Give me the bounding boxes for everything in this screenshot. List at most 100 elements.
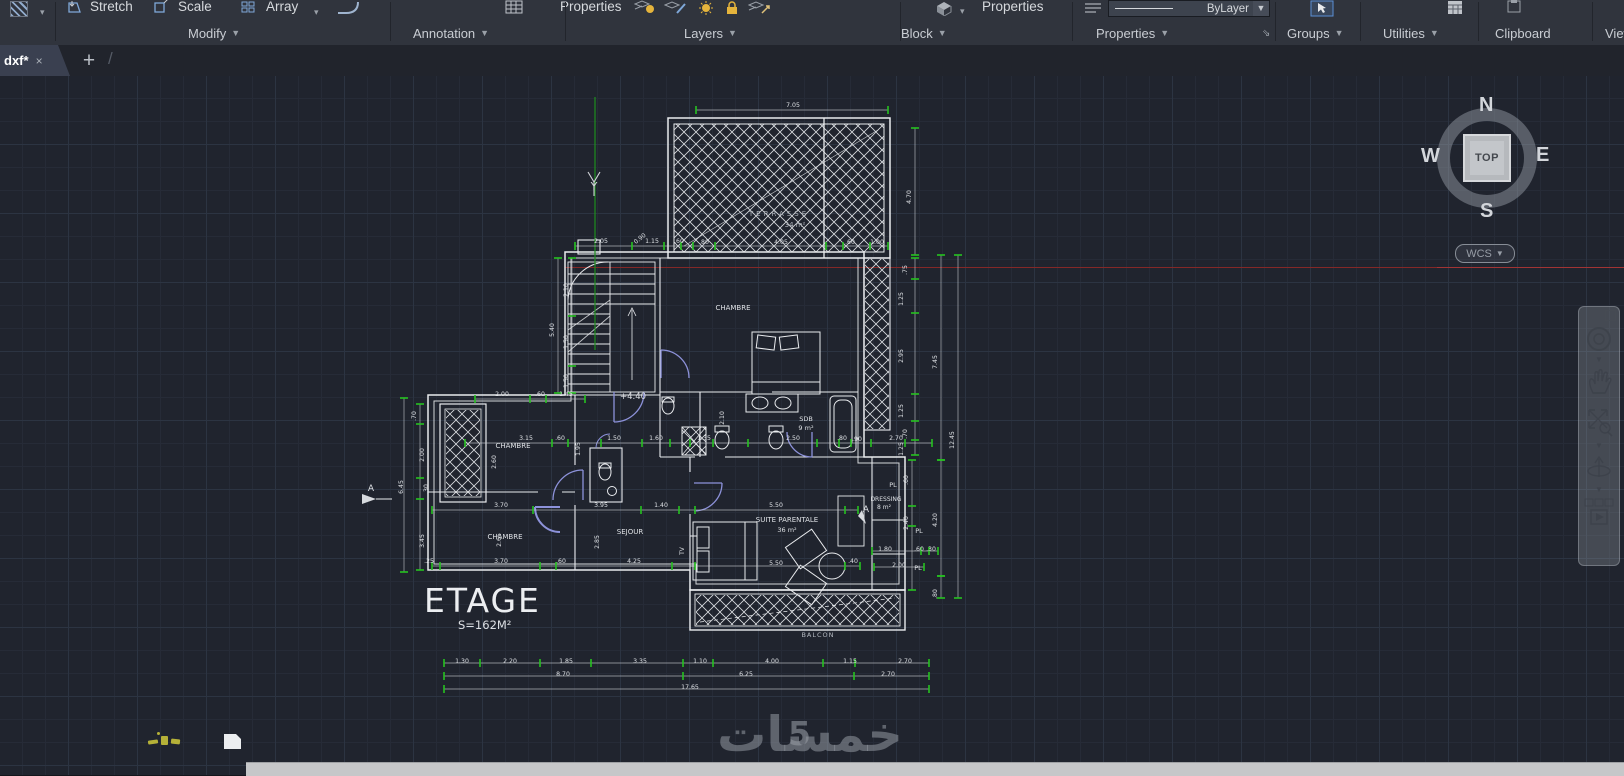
orbit-dropdown-arrow[interactable]: ▼ <box>1579 485 1619 494</box>
viewcube-top-face[interactable]: TOP <box>1463 134 1511 182</box>
room-label: A <box>863 505 870 515</box>
panel-clipboard[interactable]: Clipboard <box>1495 24 1551 42</box>
wheel-dropdown-arrow[interactable]: ▼ <box>1579 355 1619 364</box>
dim-text: .60 <box>903 475 910 485</box>
dim-text: 2.60 <box>491 455 498 469</box>
hatch-flyout-arrow[interactable]: ▾ <box>40 5 45 21</box>
wcs-menu[interactable]: WCS ▼ <box>1455 244 1515 263</box>
room-label: 36 m² <box>777 526 797 534</box>
panel-view[interactable]: View <box>1605 24 1624 42</box>
dim-text: 3.95 <box>594 502 608 509</box>
dim-text: 2.05 <box>594 238 608 245</box>
dim-text: 1.85 <box>559 658 573 665</box>
paste-icon[interactable] <box>1506 0 1522 13</box>
properties-expand-arrow[interactable]: ⇘ <box>1262 28 1270 39</box>
ucs-y-axis <box>587 97 601 350</box>
stretch-icon[interactable] <box>66 0 84 15</box>
zoom-extents-icon[interactable] <box>1579 405 1619 442</box>
dim-text: 1.40 <box>654 502 668 509</box>
room-label: BALCON <box>801 631 834 639</box>
insert-block-icon[interactable] <box>933 0 955 16</box>
panel-properties[interactable]: Properties ▼ <box>1096 24 1169 42</box>
scale-icon[interactable] <box>152 0 170 15</box>
room-label: A <box>368 484 375 494</box>
tab-separator: / <box>108 49 113 68</box>
table-icon[interactable] <box>505 0 523 15</box>
showmotion-icon[interactable] <box>1579 497 1619 538</box>
panel-modify[interactable]: Modify ▼ <box>188 24 240 42</box>
dim-text: 1.95 <box>575 442 582 456</box>
linetype-value: ByLayer <box>1206 2 1249 15</box>
dim-text: 1.00 <box>870 239 884 246</box>
layer-lock-icon[interactable] <box>724 0 740 16</box>
panel-layers[interactable]: Layers ▼ <box>684 24 737 42</box>
floor-plan: 7.05 2.05 1.15 .60 .80 4.05 .60 1.00 4.70 .75 1.25… <box>362 97 962 693</box>
dim-text: .60 <box>555 435 565 442</box>
room-label: 9 m² <box>798 424 814 432</box>
dim-text: 5.50 <box>769 502 783 509</box>
array-button[interactable]: Array <box>266 0 298 16</box>
panel-utilities[interactable]: Utilities ▼ <box>1383 24 1439 42</box>
steering-wheel-icon[interactable] <box>1579 325 1619 358</box>
dim-text: 1.50 <box>607 435 621 442</box>
plan-title: ETAGE <box>424 581 541 620</box>
panel-groups[interactable]: Groups ▼ <box>1287 24 1344 42</box>
group-selection-icon[interactable] <box>1310 0 1338 17</box>
yellow-mark <box>170 738 181 745</box>
layer-properties-button[interactable]: Properties <box>560 0 622 16</box>
room-label: Y <box>590 180 598 193</box>
layer-edit-icon[interactable] <box>664 0 688 16</box>
viewcube-west[interactable]: W <box>1421 145 1440 168</box>
dim-text: .25 <box>424 558 434 565</box>
dim-text: 2.70 <box>889 435 903 442</box>
zoom-dropdown-arrow[interactable]: ▼ <box>1579 441 1619 450</box>
pan-hand-icon[interactable] <box>1579 367 1619 402</box>
dim-text: 1.30 <box>455 658 469 665</box>
dim-text: 1.25 <box>898 292 905 306</box>
dim-text: 4.05 <box>774 239 788 246</box>
viewcube-north[interactable]: N <box>1479 94 1493 117</box>
fillet-icon[interactable] <box>336 0 362 15</box>
orbit-icon[interactable] <box>1579 453 1619 488</box>
file-tab-dxf[interactable]: dxf* × <box>0 45 70 76</box>
viewcube-east[interactable]: E <box>1536 144 1549 167</box>
dim-text: 7.05 <box>786 102 800 109</box>
navbar-customize-icon[interactable] <box>1605 310 1616 321</box>
dim-text: 1.25 <box>898 404 905 418</box>
hatch-icon[interactable] <box>10 1 28 17</box>
layer-match-icon[interactable] <box>748 0 772 16</box>
block-flyout-arrow[interactable]: ▾ <box>960 4 965 20</box>
viewcube-south[interactable]: S <box>1480 200 1493 223</box>
dim-text: .75 <box>902 265 909 275</box>
drawing-canvas[interactable]: 7.05 2.05 1.15 .60 .80 4.05 .60 1.00 4.70 .75 1.25… <box>0 76 1624 776</box>
dim-text: 3.45 <box>419 534 426 548</box>
tab-close-icon[interactable]: × <box>36 54 43 68</box>
new-tab-button[interactable]: + <box>76 48 102 73</box>
command-dock-bar[interactable] <box>246 762 1624 776</box>
room-label: PL <box>914 564 922 572</box>
stairs <box>567 261 656 393</box>
dim-text: 5.40 <box>549 323 556 337</box>
linetype-dropdown-arrow[interactable]: ▼ <box>1253 1 1269 16</box>
panel-block[interactable]: Block ▼ <box>901 24 947 42</box>
dim-text: 2.40 <box>903 516 910 530</box>
scale-button[interactable]: Scale <box>178 0 212 16</box>
panel-annotation[interactable]: Annotation ▼ <box>413 24 489 42</box>
utilities-grid-icon[interactable] <box>1446 0 1464 15</box>
array-flyout-arrow[interactable]: ▾ <box>314 5 319 21</box>
stretch-button[interactable]: Stretch <box>90 0 133 16</box>
layer-freeze-sun-icon[interactable] <box>697 0 715 16</box>
linetype-combobox[interactable]: ByLayer ▼ <box>1108 0 1270 17</box>
dim-text: 2.10 <box>563 283 570 297</box>
room-label: TV <box>679 546 686 556</box>
match-properties-button[interactable]: Properties <box>982 0 1044 16</box>
dim-text: 1.15 <box>645 238 659 245</box>
room-label: 8 m² <box>877 504 892 511</box>
dim-text: 1.60 <box>649 435 663 442</box>
yellow-mark <box>157 732 160 735</box>
dim-text: 7.45 <box>932 355 939 369</box>
array-icon[interactable] <box>240 0 258 15</box>
layer-on-icon[interactable] <box>634 0 656 16</box>
dim-text: .80 <box>699 239 709 246</box>
dim-text: .60 <box>674 238 684 245</box>
